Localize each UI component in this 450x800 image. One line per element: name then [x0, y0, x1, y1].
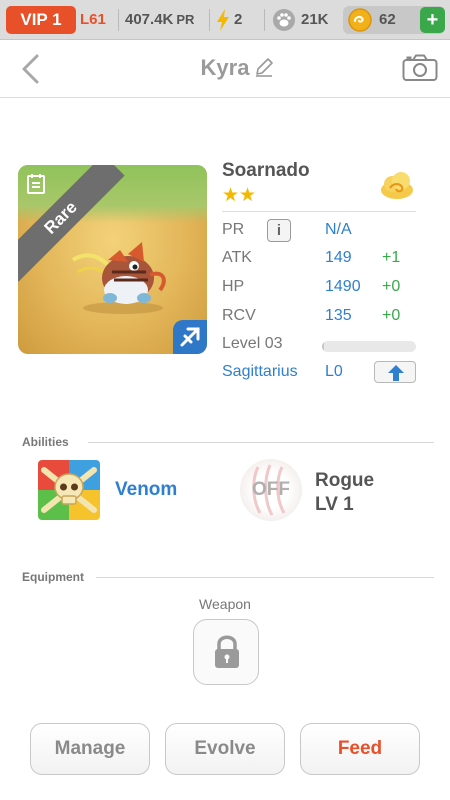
stat-row-rcv: RCV 135 +0: [222, 305, 416, 329]
zodiac-upgrade-button[interactable]: [374, 361, 416, 383]
header: Kyra: [0, 40, 450, 98]
level-progress-bar: [322, 341, 416, 352]
pr-label: PR: [176, 12, 195, 27]
rcv-stat-value: 135: [325, 307, 352, 324]
zodiac-link[interactable]: Sagittarius: [222, 363, 298, 381]
venom-ability-name[interactable]: Venom: [115, 479, 177, 501]
rcv-stat-bonus: +0: [382, 307, 401, 324]
pet-portrait[interactable]: Rare: [18, 165, 207, 354]
atk-stat-value: 149: [325, 249, 352, 266]
vip-badge[interactable]: VIP 1: [6, 6, 76, 34]
cloud-icon: [381, 172, 413, 199]
pet-creature-image: [71, 242, 166, 314]
stat-row-level: Level 03: [222, 333, 416, 357]
rcv-stat-label: RCV: [222, 307, 256, 324]
pr-stat-value: N/A: [325, 221, 352, 238]
arrow-up-icon: [388, 365, 404, 381]
divider: [209, 9, 210, 31]
evolve-button[interactable]: Evolve: [165, 723, 285, 775]
stat-row-atk: ATK 149 +1: [222, 247, 416, 271]
weapon-slot[interactable]: [193, 619, 259, 685]
divider: [264, 9, 265, 31]
section-divider: [88, 442, 434, 443]
skull-icon: [38, 460, 100, 520]
document-icon[interactable]: [26, 173, 46, 195]
hp-stat-bonus: +0: [382, 278, 401, 295]
stat-row-hp: HP 1490 +0: [222, 276, 416, 300]
energy-count: 2: [234, 11, 243, 28]
sagittarius-icon: [180, 327, 200, 347]
venom-ability-icon[interactable]: [38, 460, 100, 520]
equipment-section-title: Equipment: [22, 570, 84, 584]
paw-icon[interactable]: [272, 8, 296, 32]
lightning-icon: [217, 9, 229, 31]
abilities-section-title: Abilities: [22, 435, 69, 449]
section-divider: [96, 577, 434, 578]
lock-icon: [215, 635, 239, 668]
pet-species-name: Soarnado: [222, 160, 310, 181]
atk-stat-bonus: +1: [382, 249, 401, 266]
hp-stat-label: HP: [222, 278, 245, 295]
player-level: L61: [80, 11, 106, 28]
status-bar: VIP 1 L61 407.4K PR 2 21K 62 +: [0, 0, 450, 40]
rogue-ability-name: Rogue: [315, 470, 375, 491]
pencil-icon[interactable]: [254, 57, 274, 77]
hp-stat-value: 1490: [325, 278, 361, 295]
gold-count: 62: [379, 11, 396, 28]
stat-row-pr: PR i N/A: [222, 219, 416, 243]
coin-icon: [348, 8, 372, 32]
weapon-slot-label: Weapon: [199, 596, 251, 612]
pr-info-button[interactable]: i: [267, 219, 291, 242]
add-gold-button[interactable]: +: [420, 7, 445, 33]
atk-stat-label: ATK: [222, 249, 252, 266]
rogue-ability-level: LV 1: [315, 494, 354, 515]
zodiac-level: L0: [325, 363, 343, 380]
feed-button[interactable]: Feed: [300, 723, 420, 775]
pr-value: 407.4K: [125, 11, 174, 28]
level-label: Level 03: [222, 335, 283, 352]
star-rating: ★★: [222, 185, 257, 206]
divider: [118, 9, 119, 31]
stat-row-zodiac: Sagittarius L0: [222, 361, 416, 385]
food-count: 21K: [301, 11, 329, 28]
zodiac-badge: [173, 320, 207, 354]
manage-button[interactable]: Manage: [30, 723, 150, 775]
player-power-rating: 407.4K PR: [125, 6, 194, 34]
ability-off-label: OFF: [252, 479, 290, 500]
divider: [222, 211, 416, 212]
camera-icon[interactable]: [402, 54, 438, 82]
level-progress-fill: [322, 341, 324, 352]
page-title: Kyra: [200, 55, 250, 80]
pr-stat-label: PR: [222, 221, 245, 238]
